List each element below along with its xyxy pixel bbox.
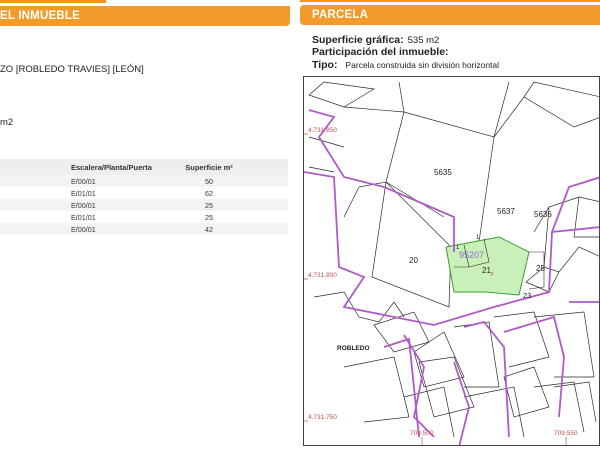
- inmueble-header-text: EL INMUEBLE: [0, 10, 80, 22]
- table-row: E/01/01 62: [0, 187, 288, 199]
- row-location: E/00/01: [70, 223, 182, 235]
- map-canvas: 5635 5637 5636 20 25 23 1 1 95207 21p RO…: [304, 81, 599, 445]
- row-location: E/00/01: [70, 199, 182, 211]
- table-header-surface: Superficie m²: [182, 159, 236, 175]
- row-surface: 50: [182, 175, 236, 187]
- coord-label-north: 4.731.850: [308, 127, 337, 134]
- table-row: E/01/01 25: [0, 211, 288, 223]
- parcel-label-5636: 5636: [534, 210, 552, 219]
- type-row: Tipo: Parcela construida sin división hor…: [312, 55, 499, 73]
- units-table-header: Escalera/Planta/Puerta Superficie m²: [0, 159, 288, 175]
- surface-unit-text: m2: [0, 117, 14, 128]
- row-surface: 62: [182, 187, 236, 199]
- row-surface: 25: [182, 211, 236, 223]
- type-value: Parcela construida sin división horizont…: [345, 60, 500, 70]
- coord-tick-marks: [304, 133, 567, 445]
- table-header-blank-end: [236, 159, 288, 175]
- cadastral-reference-label: 95207: [459, 250, 484, 260]
- cadastral-map[interactable]: 5635 5637 5636 20 25 23 1 1 95207 21p RO…: [303, 76, 600, 446]
- coord-label-middle: 4.731.800: [308, 272, 337, 279]
- type-label: Tipo:: [312, 59, 338, 71]
- row-surface: 42: [182, 223, 236, 235]
- parcel-label-5637: 5637: [497, 207, 515, 216]
- location-text: ZO [ROBLEDO TRAVIES] [LEÓN]: [0, 64, 144, 75]
- table-header-blank: [0, 159, 70, 175]
- left-top-accent: [0, 0, 106, 3]
- coord-label-south: 4.731.750: [308, 414, 337, 421]
- table-row: E/00/01 42: [0, 223, 288, 235]
- table-row: E/00/01 50: [0, 175, 288, 187]
- parcel-label-20: 20: [409, 256, 418, 265]
- parcela-header-text: PARCELA: [312, 9, 369, 21]
- street-label: ROBLEDO: [337, 345, 370, 352]
- coord-label-east: 709.550: [554, 430, 578, 437]
- parcel-label-25: 25: [536, 264, 545, 273]
- row-surface: 25: [182, 199, 236, 211]
- right-top-accent: [300, 0, 600, 2]
- parcel-label-23: 23: [523, 291, 531, 300]
- row-location: E/01/01: [70, 211, 182, 223]
- inmueble-section-header: EL INMUEBLE: [0, 6, 290, 26]
- table-row: E/00/01 25: [0, 199, 288, 211]
- coord-label-west: 709.500: [410, 430, 434, 437]
- parcel-label-5635: 5635: [434, 168, 452, 177]
- row-location: E/00/01: [70, 175, 182, 187]
- table-header-location: Escalera/Planta/Puerta: [70, 159, 182, 175]
- units-table: Escalera/Planta/Puerta Superficie m² E/0…: [0, 159, 288, 235]
- parcela-section-header: PARCELA: [300, 5, 600, 25]
- row-location: E/01/01: [70, 187, 182, 199]
